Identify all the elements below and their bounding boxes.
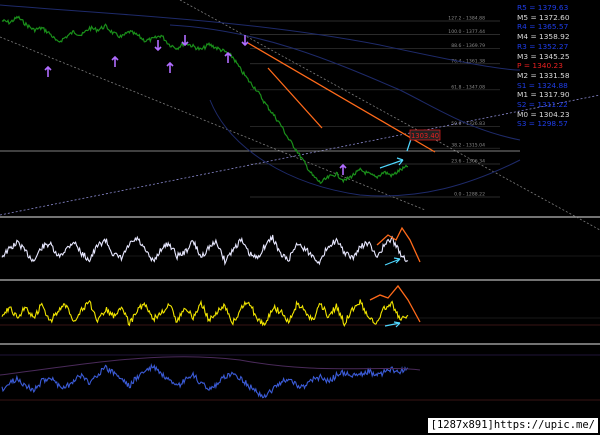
pivot-value: 1331.58 <box>539 70 570 80</box>
pivot-equals: = <box>528 109 539 119</box>
cyan-projection-arrow <box>384 321 401 328</box>
pivot-equals: = <box>526 80 538 90</box>
pivot-row-r3: R3 = 1352.27 <box>517 42 599 52</box>
fractal-arrow-icon <box>44 65 52 77</box>
price-line <box>1 15 409 184</box>
pivot-equals: = <box>526 3 538 12</box>
band-curve <box>0 356 421 376</box>
pivot-row-s3: S3 = 1298.57 <box>517 119 599 129</box>
fib-levels: 127.2 - 1384.88 100.0 - 1377.44 88.6 - 136… <box>250 15 500 198</box>
pivot-value: 1352.27 <box>537 41 569 51</box>
pivot-row-m2: M2 = 1331.58 <box>517 71 599 81</box>
cyan-projection-arrow <box>384 257 401 266</box>
pivot-equals: = <box>528 70 539 80</box>
pivot-equals: = <box>526 119 538 129</box>
pivot-equals: = <box>526 41 538 51</box>
pivot-value: 1345.25 <box>539 51 570 61</box>
fib-level-label: 38.2 - 1315.04 <box>451 143 485 149</box>
pivot-value: 1317.90 <box>539 90 570 100</box>
pivot-row-m5: M5 = 1372.60 <box>517 13 599 23</box>
pivot-label: M1 <box>517 90 529 100</box>
pivot-label: S3 <box>517 119 527 129</box>
pivot-label: R3 <box>517 41 527 51</box>
fractal-arrow-icon <box>339 163 347 175</box>
fib-level-label: 0.0 - 1288.22 <box>454 192 485 198</box>
oscillator-yellow-line <box>1 299 409 328</box>
pivot-label: M3 <box>517 51 529 61</box>
pivot-value: 1340.23 <box>532 61 563 71</box>
pivot-label: M4 <box>517 32 529 42</box>
fib-level-label: 100.0 - 1377.44 <box>448 29 485 35</box>
band-curve <box>0 4 521 71</box>
pivot-label: S1 <box>517 80 527 90</box>
pivot-row-m1: M1 = 1317.90 <box>517 90 599 100</box>
pivot-equals: = <box>528 12 539 22</box>
pivot-value: 1298.57 <box>537 119 568 129</box>
pivot-value: 1365.57 <box>537 22 569 32</box>
fib-level-label: 76.4 - 1361.38 <box>451 58 485 64</box>
fib-level-label: 23.6 - 1306.34 <box>451 159 485 165</box>
pivot-row-r5: R5 = 1379.63 <box>517 3 599 13</box>
chart-canvas: 127.2 - 1384.88 100.0 - 1377.44 88.6 - 136… <box>0 0 600 401</box>
fib-level-label: 127.2 - 1384.88 <box>448 15 485 21</box>
fractal-arrow-icon <box>224 51 232 63</box>
pivot-value: 1372.60 <box>539 12 570 22</box>
pivot-row-s2: S2 = 1311.22 <box>517 100 599 110</box>
cyan-projection-arrow <box>379 157 404 169</box>
fib-level-label: 61.8 - 1347.08 <box>451 84 485 90</box>
oscillator-blue-line <box>1 362 409 399</box>
pivot-equals: = <box>528 51 539 61</box>
pivot-label: M2 <box>517 70 529 80</box>
fractal-arrow-icon <box>154 40 162 52</box>
pivot-value: 1358.92 <box>539 32 570 42</box>
fractal-arrow-icon <box>181 35 189 47</box>
pivot-levels-panel: R5 = 1379.63 M5 = 1372.60 R4 = 1365.57 M4 =… <box>517 3 599 129</box>
pivot-equals: = <box>526 100 538 110</box>
pivot-value: 1304.23 <box>539 109 570 119</box>
orange-trendline <box>247 42 436 153</box>
fib-level-label: 88.6 - 1369.79 <box>451 43 485 49</box>
pivot-row-s1: S1 = 1324.88 <box>517 81 599 91</box>
fractal-arrow-icon <box>166 61 174 73</box>
pivot-equals: = <box>521 61 533 71</box>
pivot-row-r4: R4 = 1365.57 <box>517 22 599 32</box>
pivot-value: 1379.63 <box>537 3 569 12</box>
price-label-text: 1303.40 <box>411 132 439 140</box>
pivot-value: 1311.22 <box>537 100 568 110</box>
pivot-label: M0 <box>517 109 529 119</box>
pivot-equals: = <box>528 32 539 42</box>
oscillator-white-line <box>1 234 409 266</box>
pivot-row-m0: M0 = 1304.23 <box>517 110 599 120</box>
pivot-value: 1324.88 <box>537 80 568 90</box>
pivot-label: S2 <box>517 100 527 110</box>
pivot-label: R4 <box>517 22 527 32</box>
pivot-equals: = <box>528 90 539 100</box>
fractal-arrow-icon <box>111 55 119 67</box>
watermark: [1287x891]https://upic.me/ <box>427 418 598 433</box>
pivot-label: R5 <box>517 3 527 12</box>
pivot-row-m3: M3 = 1345.25 <box>517 52 599 62</box>
pivot-equals: = <box>526 22 538 32</box>
pivot-row-p: P = 1340.23 <box>517 61 599 71</box>
orange-projection-arrow <box>369 284 421 323</box>
trend-channel-line <box>0 36 426 211</box>
pivot-label: M5 <box>517 12 529 22</box>
pivot-row-m4: M4 = 1358.92 <box>517 32 599 42</box>
